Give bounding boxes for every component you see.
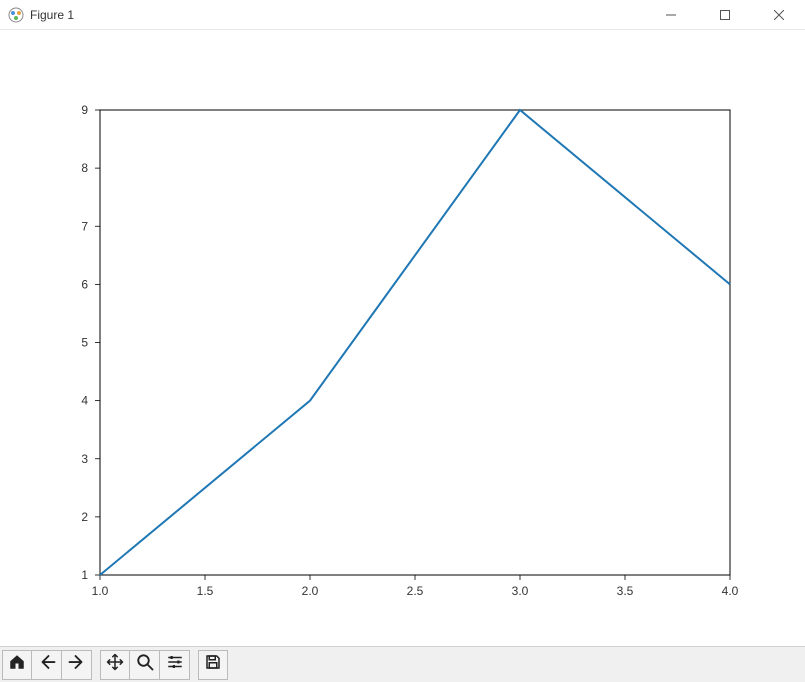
home-icon <box>8 653 26 676</box>
app-icon <box>8 7 24 23</box>
back-button[interactable] <box>32 650 62 680</box>
arrow-left-icon <box>38 653 56 676</box>
minimize-button[interactable] <box>653 1 689 29</box>
save-button[interactable] <box>198 650 228 680</box>
sliders-icon <box>166 653 184 676</box>
svg-text:3: 3 <box>81 452 88 466</box>
svg-text:8: 8 <box>81 161 88 175</box>
svg-text:3.0: 3.0 <box>512 584 529 598</box>
window-controls <box>653 1 797 29</box>
svg-text:1.5: 1.5 <box>197 584 214 598</box>
line-chart: 1.0 1.5 2.0 2.5 3.0 3.5 4.0 1 2 3 4 5 6 7 8 9 <box>0 30 805 646</box>
svg-text:4.0: 4.0 <box>722 584 739 598</box>
forward-button[interactable] <box>62 650 92 680</box>
svg-text:7: 7 <box>81 219 88 233</box>
titlebar: Figure 1 <box>0 0 805 30</box>
svg-text:6: 6 <box>81 277 88 291</box>
home-button[interactable] <box>2 650 32 680</box>
svg-text:2.0: 2.0 <box>302 584 319 598</box>
pan-button[interactable] <box>100 650 130 680</box>
arrow-right-icon <box>68 653 86 676</box>
zoom-icon <box>136 653 154 676</box>
svg-text:1: 1 <box>81 568 88 582</box>
configure-button[interactable] <box>160 650 190 680</box>
svg-text:5: 5 <box>81 336 88 350</box>
svg-text:2: 2 <box>81 510 88 524</box>
chart-area: 1.0 1.5 2.0 2.5 3.0 3.5 4.0 1 2 3 4 5 6 7 8 9 <box>0 30 805 646</box>
move-icon <box>106 653 124 676</box>
window-title: Figure 1 <box>30 8 653 22</box>
svg-text:9: 9 <box>81 103 88 117</box>
close-button[interactable] <box>761 1 797 29</box>
save-icon <box>204 653 222 676</box>
toolbar <box>0 646 805 682</box>
svg-text:4: 4 <box>81 394 88 408</box>
zoom-button[interactable] <box>130 650 160 680</box>
svg-text:2.5: 2.5 <box>407 584 424 598</box>
maximize-button[interactable] <box>707 1 743 29</box>
svg-text:3.5: 3.5 <box>617 584 634 598</box>
svg-text:1.0: 1.0 <box>92 584 109 598</box>
